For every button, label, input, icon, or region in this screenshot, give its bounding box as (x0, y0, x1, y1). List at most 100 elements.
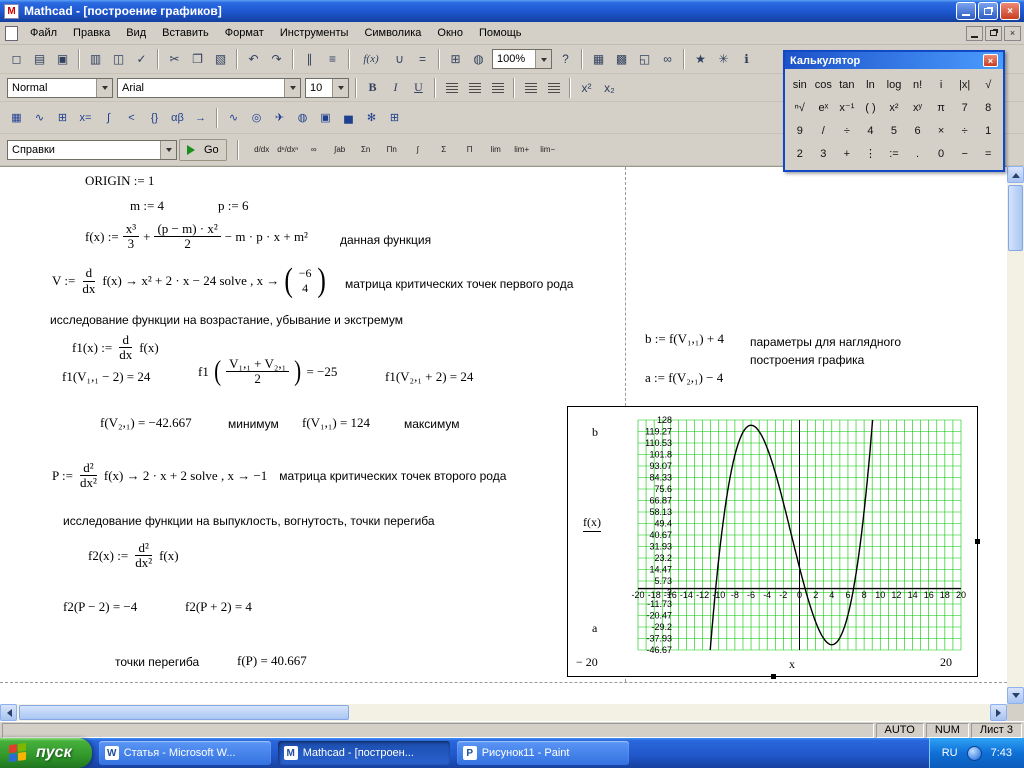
graph-region[interactable]: b f(x) a 128119.27110.53101.893.0784.337… (567, 406, 978, 677)
limit-right-button[interactable]: lim+ (509, 139, 535, 161)
palette-programming[interactable]: {} (143, 107, 166, 129)
calculator-key[interactable]: x⁻¹ (835, 96, 859, 119)
formula-p-definition[interactable]: p := 6 (218, 198, 248, 214)
mathconnex-button[interactable]: ◍ (467, 48, 490, 70)
formula-maximum-value[interactable]: f(V₁,₁) = 124 (302, 415, 370, 431)
resource-center-button[interactable]: ★ (689, 48, 712, 70)
document-close-icon[interactable]: × (1004, 26, 1021, 41)
calculator-key[interactable]: 9 (788, 119, 812, 142)
insert-hyperlink-button[interactable]: ∞ (656, 48, 679, 70)
taskbar-task[interactable]: WСтатья - Microsoft W... (99, 741, 271, 765)
palette-matrix[interactable]: ⊞ (51, 107, 74, 129)
scroll-up-icon[interactable] (1007, 166, 1024, 183)
dropdown-arrow-icon[interactable] (284, 79, 300, 97)
text-region-monotonicity[interactable]: исследование функции на возрастание, убы… (50, 313, 403, 327)
menu-item[interactable]: Окно (429, 24, 471, 42)
start-button[interactable]: пуск (0, 738, 92, 768)
label-inflection-points[interactable]: точки перегиба (115, 655, 199, 669)
align-right-button[interactable] (486, 77, 509, 99)
dropdown-arrow-icon[interactable] (160, 141, 176, 159)
taskbar-task[interactable]: PРисунок11 - Paint (457, 741, 629, 765)
airplane-button[interactable]: ✈ (268, 107, 291, 129)
calculator-key[interactable]: tan (835, 73, 859, 96)
align-center-button[interactable] (463, 77, 486, 99)
print-preview-button[interactable]: ◫ (107, 48, 130, 70)
align-across-button[interactable]: ∥ (298, 48, 321, 70)
menu-item[interactable]: Правка (65, 24, 118, 42)
resize-handle[interactable] (975, 539, 980, 544)
calculator-key[interactable]: 1 (976, 119, 1000, 142)
dropdown-arrow-icon[interactable] (535, 50, 551, 68)
dropdown-arrow-icon[interactable] (332, 79, 348, 97)
tip-of-day-button[interactable]: ✳ (712, 48, 735, 70)
print-button[interactable]: ▥ (84, 48, 107, 70)
go-button[interactable]: Go (179, 139, 227, 161)
palette-graph[interactable]: ∿ (28, 107, 51, 129)
copy-button[interactable]: ❐ (186, 48, 209, 70)
scroll-down-icon[interactable] (1007, 687, 1024, 704)
calculator-key[interactable]: log (882, 73, 906, 96)
formula-origin[interactable]: ORIGIN := 1 (85, 173, 154, 189)
font-size-combobox[interactable]: 10 (305, 78, 349, 98)
calculator-key[interactable]: 3 (812, 142, 836, 165)
align-down-button[interactable]: ≡ (321, 48, 344, 70)
grid-button[interactable]: ⊞ (383, 107, 406, 129)
zoom-combobox[interactable]: 100% (492, 49, 552, 69)
formula-inflection-value[interactable]: f(P) = 40.667 (237, 653, 307, 669)
calculator-key[interactable]: 2 (788, 142, 812, 165)
calculator-key[interactable]: 7 (953, 96, 977, 119)
subscript-button[interactable]: x₂ (598, 77, 621, 99)
menu-item[interactable]: Помощь (471, 24, 530, 42)
insert-component-button[interactable]: ⊞ (444, 48, 467, 70)
palette-calculus[interactable]: ∫ (97, 107, 120, 129)
palette-greek[interactable]: αβ (166, 107, 189, 129)
formula-b-definition[interactable]: b := f(V₁,₁) + 4 (645, 331, 724, 347)
calculator-key[interactable]: π (929, 96, 953, 119)
document-icon[interactable] (5, 26, 18, 41)
save-button[interactable]: ▣ (51, 48, 74, 70)
limit-button[interactable]: lim (483, 139, 509, 161)
calculator-key[interactable]: / (812, 119, 836, 142)
tray-program-icon[interactable] (967, 746, 982, 761)
calculator-key[interactable]: cos (812, 73, 836, 96)
style-combobox[interactable]: Normal (7, 78, 113, 98)
align-left-button[interactable] (440, 77, 463, 99)
open-button[interactable]: ▤ (28, 48, 51, 70)
formula-a-definition[interactable]: a := f(V₂,₁) − 4 (645, 370, 723, 386)
calculator-key[interactable]: i (929, 73, 953, 96)
insert-table-button[interactable]: ▦ (587, 48, 610, 70)
document-minimize-icon[interactable] (966, 26, 983, 41)
calculator-key[interactable]: 0 (929, 142, 953, 165)
calculator-key[interactable]: . (906, 142, 930, 165)
calculator-key[interactable]: ⋮ (859, 142, 883, 165)
calculator-key[interactable]: − (953, 142, 977, 165)
label-maximum[interactable]: максимум (404, 417, 460, 431)
bullet-list-button[interactable] (519, 77, 542, 99)
calculator-key[interactable]: := (882, 142, 906, 165)
insert-unit-button[interactable]: ∪ (388, 48, 411, 70)
undo-button[interactable]: ↶ (242, 48, 265, 70)
label-minimum[interactable]: минимум (228, 417, 279, 431)
palette-symbolic[interactable]: → (189, 107, 212, 129)
resources-combobox[interactable]: Справки (7, 140, 177, 160)
calculator-key[interactable]: 8 (976, 96, 1000, 119)
language-indicator[interactable]: RU (942, 747, 958, 759)
comment-first-order-points[interactable]: матрица критических точек первого рода (345, 277, 573, 291)
snowflake-button[interactable]: ✻ (360, 107, 383, 129)
comment-plot-parameters[interactable]: параметры для наглядного построения граф… (750, 335, 901, 367)
palette-evaluation[interactable]: x= (74, 107, 97, 129)
close-icon[interactable]: × (983, 54, 998, 67)
calculator-key[interactable]: xʸ (906, 96, 930, 119)
calculator-key[interactable]: 5 (882, 119, 906, 142)
resize-handle[interactable] (771, 674, 776, 679)
font-combobox[interactable]: Arial (117, 78, 301, 98)
menu-item[interactable]: Символика (356, 24, 429, 42)
insert-picture-button[interactable]: ▩ (610, 48, 633, 70)
picture-frame-button[interactable]: ▣ (314, 107, 337, 129)
product-button[interactable]: Π (457, 139, 483, 161)
calculator-key[interactable]: √ (976, 73, 1000, 96)
vertical-scrollbar[interactable] (1007, 166, 1024, 704)
calculator-key[interactable]: 4 (859, 119, 883, 142)
calculate-button[interactable]: = (411, 48, 434, 70)
scroll-left-icon[interactable] (0, 704, 17, 721)
